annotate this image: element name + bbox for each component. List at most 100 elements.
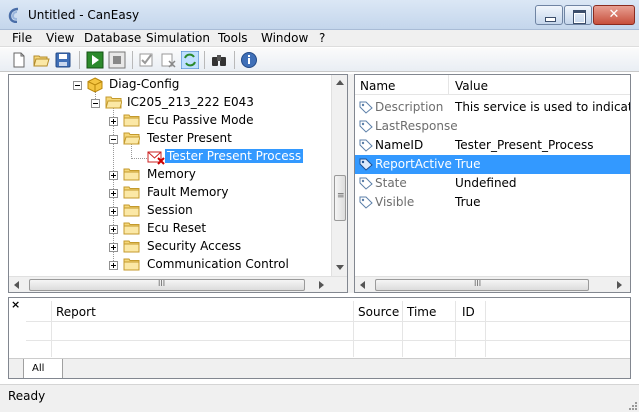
menu-file[interactable]: File bbox=[12, 31, 32, 45]
grip-icon: ≡ bbox=[337, 191, 345, 201]
new-file-icon[interactable] bbox=[10, 51, 28, 69]
minimize-button[interactable] bbox=[535, 5, 563, 25]
folder-icon bbox=[123, 186, 140, 199]
expand-icon[interactable] bbox=[109, 243, 118, 252]
column-separator[interactable] bbox=[455, 301, 456, 357]
expand-icon[interactable] bbox=[109, 117, 118, 126]
tree-node-tester-present[interactable]: Tester Present bbox=[9, 130, 347, 148]
scroll-left-icon[interactable] bbox=[360, 281, 365, 289]
tag-icon bbox=[359, 158, 373, 171]
expand-icon[interactable] bbox=[109, 171, 118, 180]
stop-icon[interactable] bbox=[108, 51, 126, 69]
tree-node-communication-control[interactable]: Communication Control bbox=[9, 256, 347, 274]
close-icon: ✕ bbox=[608, 7, 620, 22]
scroll-down-icon[interactable] bbox=[336, 265, 344, 270]
menu-bar: File View Database Simulation Tools Wind… bbox=[0, 30, 639, 47]
expand-icon[interactable] bbox=[109, 189, 118, 198]
tree-horizontal-scrollbar[interactable]: III bbox=[9, 276, 347, 292]
tree-node-label: Tester Present bbox=[147, 131, 232, 145]
scroll-right-icon[interactable] bbox=[617, 281, 622, 289]
close-pane-icon[interactable]: × bbox=[11, 298, 20, 311]
properties-horizontal-scrollbar[interactable]: III bbox=[355, 276, 630, 292]
column-header-value[interactable]: Value bbox=[455, 79, 488, 93]
column-separator[interactable] bbox=[51, 301, 52, 357]
report-table-header: Report Source Time ID bbox=[26, 301, 630, 322]
menu-window[interactable]: Window bbox=[261, 31, 308, 45]
toolbar-separator bbox=[204, 51, 205, 69]
tree-vertical-scrollbar[interactable]: ≡ bbox=[331, 75, 347, 276]
property-row-description[interactable]: Description This service is used to indi… bbox=[355, 98, 630, 117]
open-folder-icon[interactable] bbox=[32, 51, 50, 69]
tree-node-diag-config[interactable]: Diag-Config bbox=[9, 76, 347, 94]
refresh-icon[interactable] bbox=[181, 51, 199, 69]
collapse-icon[interactable] bbox=[109, 135, 118, 144]
property-row-visible[interactable]: Visible True bbox=[355, 193, 630, 212]
property-row-reportactive[interactable]: ReportActive True bbox=[355, 155, 630, 174]
properties-view[interactable]: Name Value Description This service is u… bbox=[354, 74, 631, 293]
scroll-thumb[interactable]: ≡ bbox=[334, 175, 346, 221]
tree-node-session[interactable]: Session bbox=[9, 202, 347, 220]
column-separator[interactable] bbox=[402, 301, 403, 357]
property-row-nameid[interactable]: NameID Tester_Present_Process bbox=[355, 136, 630, 155]
column-separator[interactable] bbox=[485, 301, 486, 357]
cube-icon bbox=[87, 77, 103, 93]
scroll-thumb[interactable]: III bbox=[29, 279, 305, 291]
expand-icon[interactable] bbox=[109, 261, 118, 270]
tree-node-memory[interactable]: Memory bbox=[9, 166, 347, 184]
tree-node-label: Diag-Config bbox=[109, 77, 180, 91]
menu-help[interactable]: ? bbox=[319, 31, 325, 45]
scroll-right-icon[interactable] bbox=[319, 281, 324, 289]
tree-node-ic205[interactable]: IC205_213_222 E043 bbox=[9, 94, 347, 112]
column-header-time[interactable]: Time bbox=[407, 305, 436, 319]
resize-grip-icon[interactable] bbox=[627, 400, 637, 410]
check-icon[interactable] bbox=[137, 51, 155, 69]
menu-simulation[interactable]: Simulation bbox=[146, 31, 210, 45]
folder-icon bbox=[123, 168, 140, 181]
column-header-id[interactable]: ID bbox=[462, 305, 475, 319]
tree-node-security-access[interactable]: Security Access bbox=[9, 238, 347, 256]
close-button[interactable]: ✕ bbox=[593, 5, 635, 25]
property-value: True bbox=[455, 195, 481, 209]
clear-check-icon[interactable] bbox=[159, 51, 177, 69]
menu-tools[interactable]: Tools bbox=[218, 31, 248, 45]
collapse-icon[interactable] bbox=[91, 99, 100, 108]
tag-icon bbox=[359, 120, 373, 133]
scroll-thumb[interactable]: III bbox=[375, 279, 589, 291]
run-icon[interactable] bbox=[86, 51, 104, 69]
tab-all[interactable]: All bbox=[23, 359, 63, 378]
column-header-report[interactable]: Report bbox=[56, 305, 96, 319]
save-icon[interactable] bbox=[54, 51, 72, 69]
table-row bbox=[26, 340, 630, 341]
property-name: NameID bbox=[375, 138, 424, 152]
menu-view[interactable]: View bbox=[46, 31, 74, 45]
property-name: State bbox=[375, 176, 407, 190]
expand-icon[interactable] bbox=[109, 207, 118, 216]
scroll-up-icon[interactable] bbox=[336, 80, 344, 85]
title-bar: Untitled - CanEasy ✕ bbox=[0, 0, 639, 30]
property-name: LastResponse bbox=[375, 119, 458, 133]
column-header-name[interactable]: Name bbox=[360, 79, 395, 93]
menu-database[interactable]: Database bbox=[84, 31, 141, 45]
property-row-state[interactable]: State Undefined bbox=[355, 174, 630, 193]
diag-tree-view[interactable]: Diag-Config IC205_213_222 E043 Ecu Passi… bbox=[8, 74, 348, 293]
property-row-lastresponse[interactable]: LastResponse bbox=[355, 117, 630, 136]
property-value: Tester_Present_Process bbox=[455, 138, 594, 152]
column-separator[interactable] bbox=[448, 75, 449, 95]
report-output-pane[interactable]: × Report Source Time ID All bbox=[8, 297, 631, 379]
binoculars-icon[interactable] bbox=[210, 51, 228, 69]
tree-node-ecu-reset[interactable]: Ecu Reset bbox=[9, 220, 347, 238]
column-header-source[interactable]: Source bbox=[358, 305, 399, 319]
tree-node-ecu-passive-mode[interactable]: Ecu Passive Mode bbox=[9, 112, 347, 130]
expand-icon[interactable] bbox=[109, 225, 118, 234]
tree-node-fault-memory[interactable]: Fault Memory bbox=[9, 184, 347, 202]
tree-node-tester-present-process[interactable]: Tester Present Process bbox=[9, 148, 347, 166]
toolbar-separator bbox=[79, 51, 80, 69]
tree-node-label: Ecu Passive Mode bbox=[147, 113, 254, 127]
property-name: Description bbox=[375, 100, 444, 114]
maximize-button[interactable] bbox=[564, 5, 592, 25]
scroll-left-icon[interactable] bbox=[14, 281, 19, 289]
info-icon[interactable] bbox=[240, 51, 258, 69]
column-separator[interactable] bbox=[353, 301, 354, 357]
properties-header: Name Value bbox=[355, 75, 630, 95]
collapse-icon[interactable] bbox=[73, 81, 82, 90]
